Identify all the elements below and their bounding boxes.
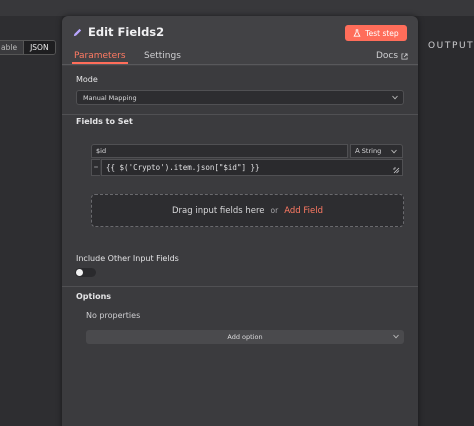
output-pane xyxy=(418,0,474,426)
pencil-icon[interactable] xyxy=(72,27,83,38)
options-label: Options xyxy=(76,292,112,301)
chevron-down-icon xyxy=(393,334,399,339)
expand-icon[interactable] xyxy=(393,167,400,174)
view-mode-table[interactable]: able xyxy=(0,41,24,54)
docs-link[interactable]: Docs xyxy=(376,51,408,61)
tab-settings[interactable]: Settings xyxy=(144,51,181,61)
no-properties-text: No properties xyxy=(86,311,141,320)
node-settings-panel: Edit Fields2 Test step Parameters Settin… xyxy=(62,16,418,426)
mode-select[interactable]: Manual Mapping xyxy=(76,90,404,105)
parameters-body: Mode Manual Mapping Fields to Set $id A … xyxy=(62,66,418,426)
docs-label: Docs xyxy=(376,51,399,61)
add-option-label: Add option xyxy=(227,333,263,341)
drop-zone[interactable]: Drag input fields here or Add Field xyxy=(91,194,404,227)
add-option-select[interactable]: Add option xyxy=(86,330,404,344)
field-type-select[interactable]: A String xyxy=(350,144,403,158)
toggle-knob xyxy=(76,269,83,276)
field-assignment: $id A String = {{ $('Crypto').item.json[… xyxy=(91,144,403,180)
chevron-down-icon xyxy=(392,95,398,100)
chevron-down-icon xyxy=(391,149,397,154)
mode-value: Manual Mapping xyxy=(83,93,137,102)
input-pane xyxy=(0,0,62,426)
node-title[interactable]: Edit Fields2 xyxy=(88,25,164,39)
top-strip xyxy=(0,0,474,16)
panel-header: Edit Fields2 Test step Parameters Settin… xyxy=(62,16,418,65)
equals-icon: = xyxy=(91,159,100,176)
drop-zone-text: Drag input fields here xyxy=(171,205,265,216)
flask-icon xyxy=(353,29,361,37)
test-step-button[interactable]: Test step xyxy=(345,25,407,41)
view-mode-json[interactable]: JSON xyxy=(23,41,55,54)
title-row: Edit Fields2 xyxy=(72,25,164,39)
add-field-button[interactable]: Add Field xyxy=(284,206,323,216)
view-mode-toggle[interactable]: able JSON xyxy=(0,40,56,55)
tab-parameters[interactable]: Parameters xyxy=(72,51,128,64)
drop-zone-or: or xyxy=(270,206,279,215)
tab-bar: Parameters Settings Docs xyxy=(62,49,418,65)
expression-text: {{ $('Crypto').item.json["$id"] }} xyxy=(106,163,260,172)
test-step-label: Test step xyxy=(365,28,399,38)
divider xyxy=(62,114,418,115)
divider xyxy=(62,286,418,287)
include-other-toggle[interactable] xyxy=(75,268,96,277)
string-type-icon: A xyxy=(355,147,360,155)
mode-label: Mode xyxy=(76,75,98,84)
field-type-value: String xyxy=(361,147,382,155)
fields-to-set-label: Fields to Set xyxy=(76,117,133,126)
field-name-input[interactable]: $id xyxy=(91,144,348,158)
include-other-label: Include Other Input Fields xyxy=(76,254,179,263)
field-value-expression[interactable]: {{ $('Crypto').item.json["$id"] }} xyxy=(101,159,403,176)
external-link-icon xyxy=(401,52,408,60)
output-title: OUTPUT xyxy=(428,41,474,51)
